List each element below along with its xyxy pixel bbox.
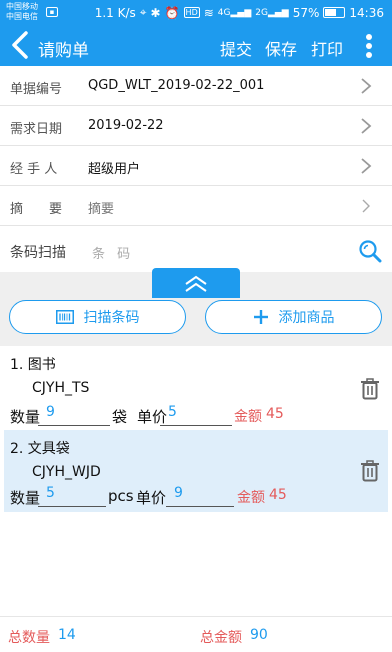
save-button[interactable]: 保存	[265, 36, 297, 60]
summary-input[interactable]: 摘要	[88, 198, 114, 217]
total-amount-label: 总金额	[200, 630, 242, 646]
total-qty-label: 总数量	[8, 630, 50, 646]
location-icon: ⌖	[139, 5, 147, 19]
alarm-icon: ⏰	[164, 5, 180, 20]
price-label: 单价	[136, 489, 167, 507]
item-code: CJYH_WJD	[32, 464, 101, 480]
collapse-toggle[interactable]	[152, 268, 240, 298]
add-product-label: 添加商品	[278, 310, 335, 326]
carrier-2: 中国电信	[6, 12, 38, 21]
barcode-input[interactable]: 条 码	[92, 243, 134, 262]
chevron-right-icon	[361, 78, 372, 94]
notification-icon: ▪	[46, 7, 58, 17]
trash-icon[interactable]	[360, 460, 380, 482]
doc-number-label: 单据编号	[10, 82, 63, 97]
handler-value: 超级用户	[88, 162, 141, 177]
battery-percent: 57%	[292, 5, 320, 20]
item-name: 1. 图书	[10, 357, 56, 373]
scan-barcode-button[interactable]: 扫描条码	[9, 300, 186, 334]
qty-label: 数量	[10, 489, 41, 507]
qty-input[interactable]: 9	[38, 404, 110, 426]
total-amount-value: 90	[250, 627, 268, 643]
bluetooth-icon: ✱	[150, 5, 161, 20]
trash-icon[interactable]	[360, 378, 380, 400]
unit-label: pcs	[108, 487, 134, 505]
amount-label: 金额	[234, 409, 262, 425]
network-speed: 1.1 K/s	[94, 5, 136, 20]
price-input[interactable]: 5	[160, 404, 232, 426]
more-menu-icon[interactable]	[366, 32, 374, 60]
required-date-label: 需求日期	[10, 122, 63, 137]
qty-input[interactable]: 5	[38, 485, 106, 507]
required-date-value: 2019-02-22	[88, 118, 164, 133]
search-icon[interactable]	[358, 239, 382, 263]
print-button[interactable]: 打印	[311, 36, 343, 60]
double-chevron-up-icon	[185, 275, 207, 292]
doc-number-value: QGD_WLT_2019-02-22_001	[88, 78, 265, 93]
required-date-row[interactable]: 需求日期 2019-02-22	[0, 106, 392, 146]
signal-4g-icon: 4G▂▄▆	[217, 7, 252, 18]
chevron-right-icon	[361, 118, 372, 134]
handler-label: 经 手 人	[10, 162, 58, 177]
chevron-right-icon	[361, 158, 372, 174]
status-bar: 中国移动 中国电信 ▪ 1.1 K/s ⌖ ✱ ⏰ HD ≋ 4G▂▄▆ 2G▂…	[0, 0, 392, 26]
price-input[interactable]: 9	[166, 485, 234, 507]
barcode-scan-label: 条码扫描	[10, 245, 66, 261]
status-right: 1.1 K/s ⌖ ✱ ⏰ HD ≋ 4G▂▄▆ 2G▂▄▆ 57% 14:36	[95, 5, 384, 20]
total-qty-value: 14	[58, 627, 76, 643]
amount-label: 金额	[237, 490, 265, 506]
amount-value: 45	[269, 487, 287, 503]
item-name: 2. 文具袋	[10, 441, 70, 457]
barcode-scan-row: 条码扫描 条 码	[0, 230, 392, 272]
back-button[interactable]	[10, 30, 34, 62]
order-form: 单据编号 QGD_WLT_2019-02-22_001 需求日期 2019-02…	[0, 66, 392, 226]
signal-2g-icon: 2G▂▄▆	[255, 7, 289, 18]
qty-label: 数量	[10, 408, 41, 426]
summary-label: 摘 要	[10, 202, 63, 217]
item-code: CJYH_TS	[32, 380, 90, 396]
doc-number-row[interactable]: 单据编号 QGD_WLT_2019-02-22_001	[0, 66, 392, 106]
scan-barcode-label: 扫描条码	[83, 310, 140, 326]
totals-footer: 总数量 14 总金额 90	[0, 616, 392, 652]
carrier-names: 中国移动 中国电信	[6, 2, 38, 22]
app-header: 请购单 提交 保存 打印	[0, 26, 392, 66]
wifi-icon: ≋	[203, 5, 214, 20]
list-item[interactable]: 1. 图书 CJYH_TS 数量 9 袋 单价 5 金额 45	[4, 346, 388, 430]
chevron-right-icon	[362, 199, 370, 213]
list-item[interactable]: 2. 文具袋 CJYH_WJD 数量 5 pcs 单价 9 金额 45	[4, 430, 388, 512]
chevron-left-icon	[12, 31, 28, 59]
barcode-icon	[55, 310, 74, 324]
hd-icon: HD	[183, 7, 200, 18]
add-product-button[interactable]: 添加商品	[205, 300, 382, 334]
page-title: 请购单	[38, 41, 89, 61]
handler-row[interactable]: 经 手 人 超级用户	[0, 146, 392, 186]
carrier-1: 中国移动	[6, 2, 38, 11]
unit-label: 袋	[112, 408, 128, 426]
amount-value: 45	[266, 406, 284, 422]
summary-row[interactable]: 摘 要 摘要	[0, 186, 392, 226]
plus-icon	[253, 310, 268, 324]
submit-button[interactable]: 提交	[220, 36, 252, 60]
battery-icon	[323, 7, 346, 18]
clock: 14:36	[349, 5, 384, 20]
